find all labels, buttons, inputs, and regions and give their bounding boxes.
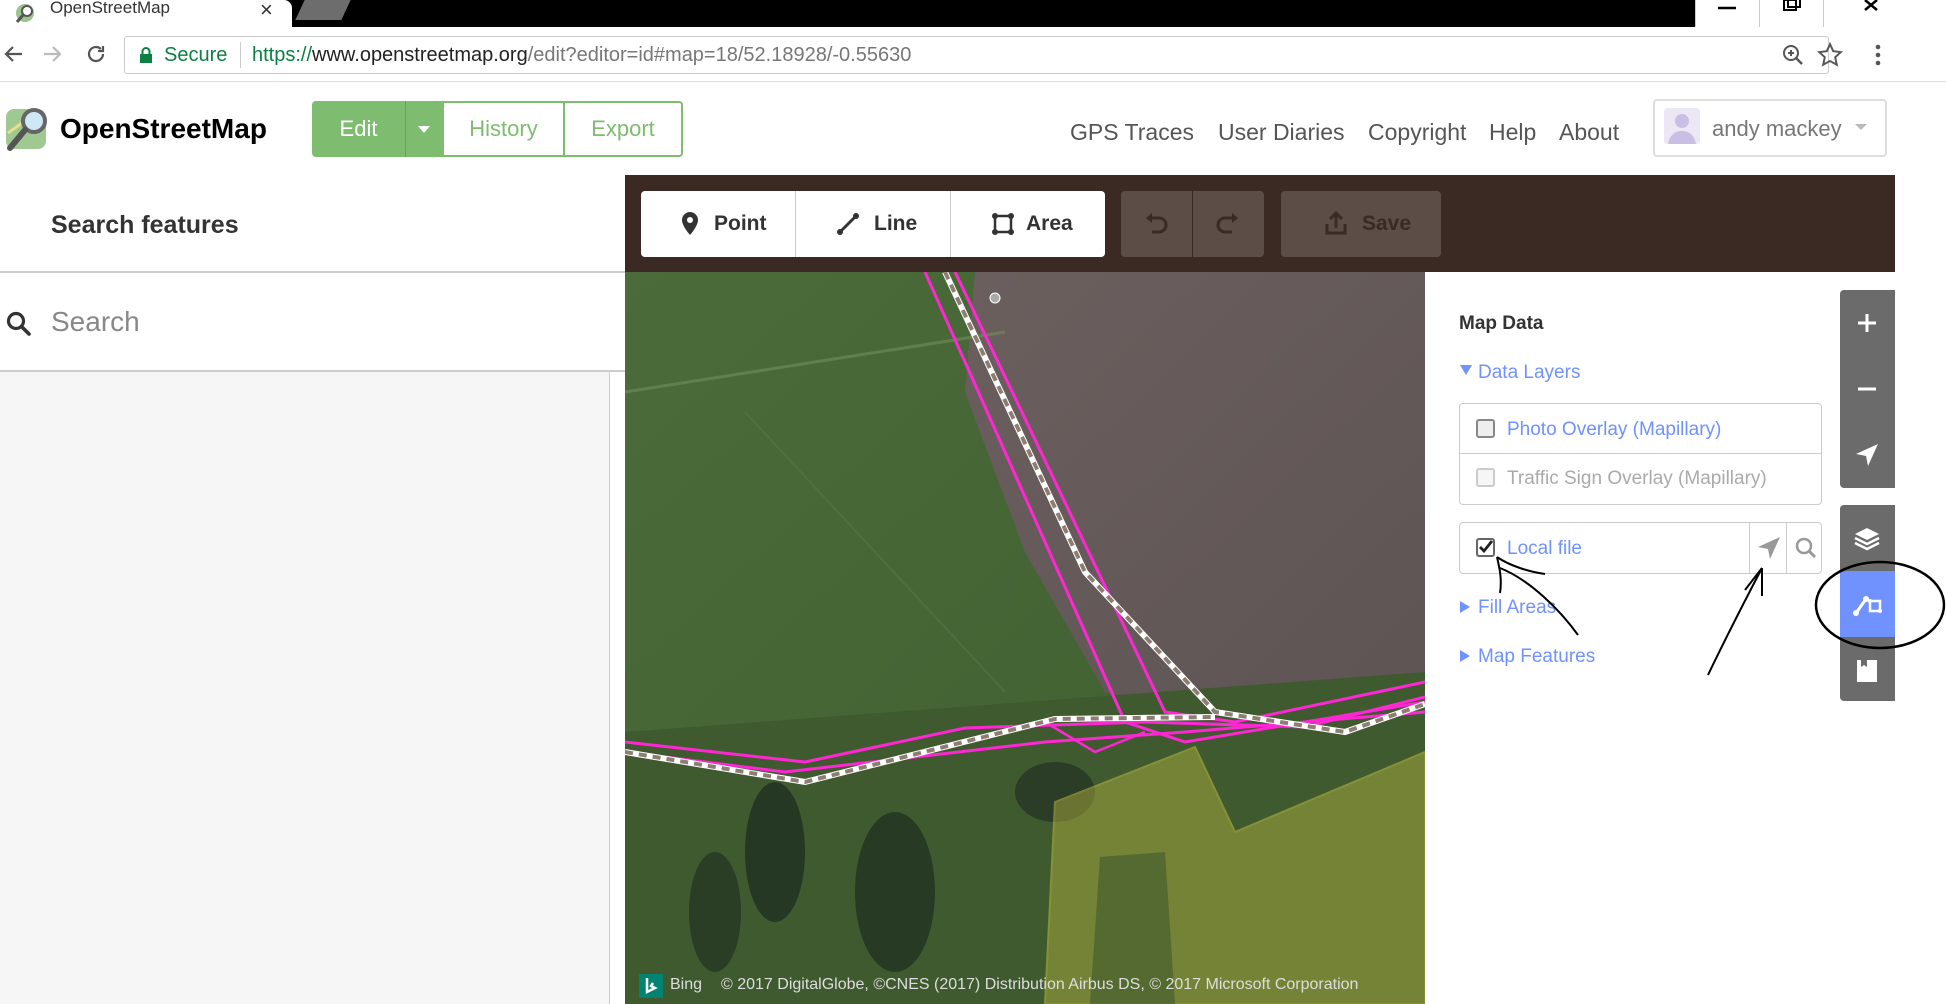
add-area-button[interactable]: Area: [951, 191, 1105, 257]
fill-areas-toggle[interactable]: Fill Areas: [1478, 597, 1556, 619]
sidebar-title: Search features: [51, 211, 239, 239]
osm-logo-text[interactable]: OpenStreetMap: [60, 113, 267, 145]
background-settings-button[interactable]: [1840, 505, 1895, 571]
osm-logo-icon[interactable]: [4, 103, 54, 153]
redo-icon: [1216, 213, 1238, 234]
area-icon: [992, 213, 1014, 235]
tab-close-icon[interactable]: ×: [260, 0, 273, 23]
geolocate-button[interactable]: [1840, 422, 1895, 488]
restore-button[interactable]: [1759, 0, 1823, 27]
tab-title: OpenStreetMap: [50, 0, 171, 17]
zoom-out-button[interactable]: [1840, 356, 1895, 422]
traffic-sign-overlay-checkbox[interactable]: [1476, 468, 1495, 487]
sidebar-divider: [0, 271, 625, 273]
traffic-sign-overlay-label: Traffic Sign Overlay (Mapillary): [1507, 468, 1767, 489]
geolocate-icon: [1856, 444, 1878, 466]
nav-user-diaries[interactable]: User Diaries: [1218, 119, 1345, 146]
search-input[interactable]: Search: [51, 306, 140, 338]
url-host: www.openstreetmap.org: [312, 44, 528, 66]
add-point-button[interactable]: Point: [641, 191, 795, 257]
issues-button[interactable]: [1840, 637, 1895, 703]
avatar: [1664, 108, 1700, 144]
file-search-icon: [1795, 537, 1817, 559]
nav-gps-traces[interactable]: GPS Traces: [1070, 119, 1194, 146]
satellite-imagery: [625, 272, 1425, 1004]
nav-copyright[interactable]: Copyright: [1368, 119, 1466, 146]
new-tab-button[interactable]: [295, 0, 351, 20]
local-file-divider: [1786, 523, 1787, 573]
local-file-checkbox[interactable]: [1476, 538, 1495, 557]
lock-icon[interactable]: [138, 46, 154, 64]
reload-icon[interactable]: [84, 42, 108, 66]
url-text[interactable]: https://www.openstreetmap.org/edit?edito…: [252, 44, 911, 67]
minus-icon: [1858, 387, 1876, 391]
edit-dropdown-button[interactable]: [405, 101, 442, 157]
user-name: andy mackey: [1712, 116, 1842, 141]
plus-icon: [1858, 314, 1876, 332]
line-label: Line: [874, 212, 918, 235]
minimize-button[interactable]: [1695, 0, 1759, 27]
map-data-title: Map Data: [1459, 313, 1544, 334]
local-file-divider: [1749, 523, 1750, 573]
bing-label: Bing: [670, 976, 703, 993]
omnibox-divider: [240, 42, 241, 68]
map-data-button[interactable]: [1840, 571, 1895, 637]
map-data-icon: [1853, 596, 1882, 616]
forward-icon[interactable]: [40, 42, 64, 66]
photo-overlay-checkbox[interactable]: [1476, 419, 1495, 438]
collapsed-triangle-icon: [1459, 600, 1471, 614]
close-window-button[interactable]: [1823, 0, 1946, 27]
local-file-label[interactable]: Local file: [1507, 538, 1582, 560]
nav-about[interactable]: About: [1559, 119, 1619, 146]
browser-tab[interactable]: OpenStreetMap ×: [0, 0, 292, 27]
undo-button[interactable]: [1121, 191, 1192, 257]
edit-button[interactable]: Edit: [312, 101, 405, 157]
data-layers-toggle[interactable]: Data Layers: [1478, 362, 1580, 384]
layers-icon: [1854, 528, 1880, 551]
export-button[interactable]: Export: [563, 101, 683, 157]
search-icon: [6, 311, 32, 337]
history-button[interactable]: History: [442, 101, 565, 157]
zoom-to-layer-button[interactable]: [1752, 523, 1786, 573]
browse-file-button[interactable]: [1790, 523, 1822, 573]
area-label: Area: [1026, 212, 1073, 235]
url-path: /edit?editor=id#map=18/52.18928/-0.55630: [527, 44, 912, 66]
zoom-icon[interactable]: [1781, 43, 1805, 67]
add-line-button[interactable]: Line: [796, 191, 950, 257]
zoom-in-button[interactable]: [1840, 290, 1895, 356]
checkmark-icon: [1479, 540, 1493, 554]
point-icon: [682, 212, 698, 235]
expanded-triangle-icon: [1459, 363, 1473, 377]
redo-button[interactable]: [1193, 191, 1264, 257]
map-features-icon: [1857, 660, 1877, 682]
bing-logo-icon[interactable]: [639, 974, 663, 998]
secure-label: Secure: [164, 44, 228, 66]
undo-icon: [1146, 213, 1168, 234]
map-features-toggle[interactable]: Map Features: [1478, 646, 1595, 668]
user-avatar-icon: [1668, 114, 1696, 144]
url-scheme: https://: [252, 44, 313, 66]
user-menu-caret-icon: [1854, 122, 1868, 132]
caret-down-icon: [418, 126, 430, 133]
imagery-attribution: © 2017 DigitalGlobe, ©CNES (2017) Distri…: [721, 976, 1359, 993]
sidebar-results: [0, 372, 610, 1004]
osm-favicon-icon: [14, 2, 36, 24]
back-icon[interactable]: [2, 42, 26, 66]
collapsed-triangle-icon: [1459, 649, 1471, 663]
save-label: Save: [1362, 212, 1412, 235]
point-label: Point: [714, 212, 767, 235]
save-button[interactable]: Save: [1281, 191, 1441, 257]
photo-overlay-label[interactable]: Photo Overlay (Mapillary): [1507, 419, 1721, 441]
browser-menu-icon[interactable]: [1870, 42, 1886, 68]
upload-icon: [1325, 210, 1347, 235]
bookmark-star-icon[interactable]: [1817, 42, 1843, 68]
layer-divider: [1460, 453, 1821, 454]
map-canvas[interactable]: Bing © 2017 DigitalGlobe, ©CNES (2017) D…: [625, 272, 1425, 1004]
line-icon: [837, 213, 859, 235]
zoom-to-layer-icon: [1758, 537, 1780, 559]
nav-help[interactable]: Help: [1489, 119, 1536, 146]
